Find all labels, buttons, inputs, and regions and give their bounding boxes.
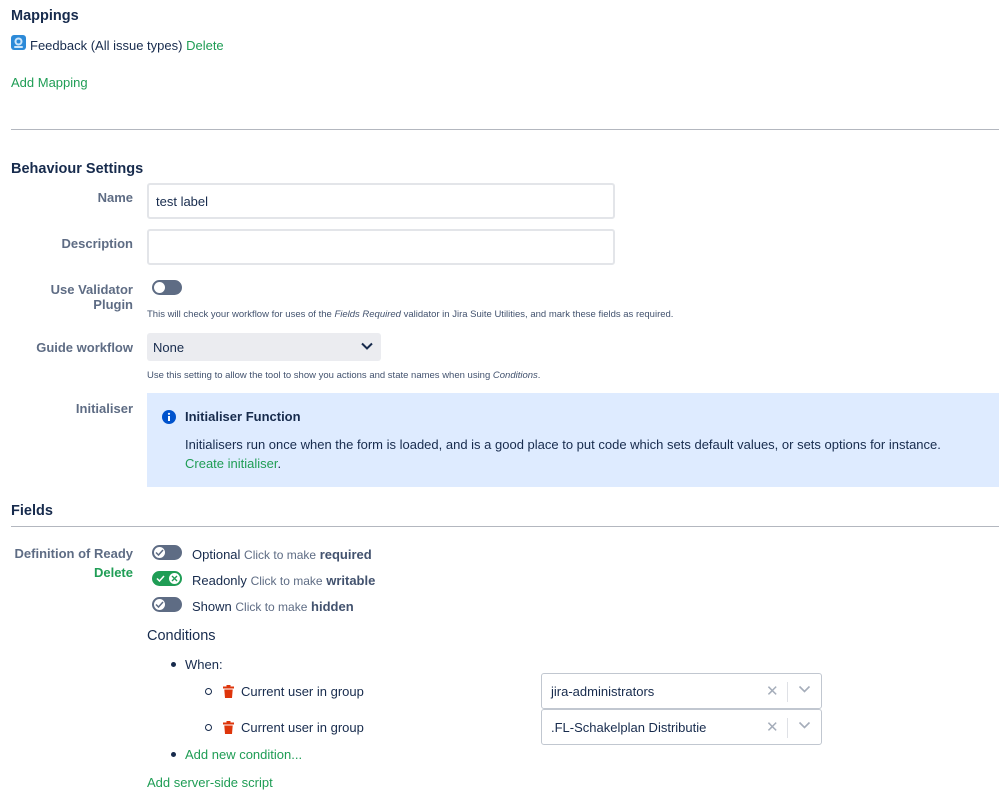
- group-select[interactable]: jira-administrators ✕: [541, 673, 822, 709]
- chevron-down-icon[interactable]: [798, 685, 811, 694]
- mapping-item: Feedback (All issue types) Delete: [30, 38, 224, 53]
- group-select[interactable]: .FL-Schakelplan Distributie ✕: [541, 709, 822, 745]
- list-bullet: [171, 662, 176, 667]
- condition-label: Current user in group: [241, 720, 364, 735]
- initialiser-info-banner: Initialiser Function Initialisers run on…: [147, 393, 999, 487]
- divider: [11, 129, 999, 130]
- info-icon: [162, 410, 176, 424]
- mapping-item-label: Feedback (All issue types): [30, 38, 183, 53]
- check-icon: [155, 601, 164, 608]
- trash-icon[interactable]: [223, 685, 234, 698]
- initialiser-title: Initialiser Function: [185, 409, 301, 424]
- divider: [787, 718, 788, 738]
- fields-heading: Fields: [11, 503, 53, 519]
- optional-toggle[interactable]: [152, 545, 182, 560]
- add-condition-link[interactable]: Add new condition...: [185, 747, 302, 762]
- list-bullet: [171, 752, 176, 757]
- validator-plugin-toggle[interactable]: [152, 280, 182, 295]
- description-input[interactable]: [147, 229, 615, 265]
- guide-workflow-select[interactable]: None: [147, 333, 381, 361]
- name-label: Name: [97, 190, 133, 205]
- field-delete-link[interactable]: Delete: [11, 565, 133, 580]
- field-state: Readonly: [192, 573, 247, 588]
- field-state: Optional: [192, 547, 241, 562]
- divider: [11, 526, 999, 527]
- close-icon: [171, 575, 178, 582]
- validator-plugin-label: Use Validator Plugin: [50, 282, 133, 312]
- initialiser-label: Initialiser: [75, 401, 133, 416]
- check-icon: [156, 575, 165, 582]
- mappings-heading: Mappings: [11, 8, 79, 24]
- field-name-label: Definition of Ready: [14, 546, 133, 561]
- shown-toggle[interactable]: [152, 597, 182, 612]
- field-state: Shown: [192, 599, 232, 614]
- add-server-script-link[interactable]: Add server-side script: [147, 775, 273, 790]
- validator-help-text: This will check your workflow for uses o…: [147, 309, 674, 320]
- clear-icon[interactable]: ✕: [766, 682, 779, 700]
- divider: [787, 682, 788, 702]
- shown-row[interactable]: Shown Click to make hidden: [192, 599, 354, 614]
- behaviour-settings-heading: Behaviour Settings: [11, 161, 144, 177]
- group-select-value: jira-administrators: [551, 684, 655, 699]
- when-label: When:: [185, 657, 223, 672]
- guide-workflow-label: Guide workflow: [36, 340, 133, 355]
- initialiser-link-line: Create initialiser.: [185, 456, 282, 471]
- chevron-down-icon[interactable]: [798, 721, 811, 730]
- group-select-value: .FL-Schakelplan Distributie: [551, 720, 707, 735]
- check-icon: [155, 549, 164, 556]
- list-bullet: [205, 724, 212, 731]
- initialiser-text: Initialisers run once when the form is l…: [185, 437, 941, 452]
- chevron-down-icon: [361, 342, 373, 350]
- name-input[interactable]: test label: [147, 183, 615, 219]
- mapping-delete-link[interactable]: Delete: [186, 38, 224, 53]
- feedback-issue-type-icon: [11, 35, 26, 50]
- clear-icon[interactable]: ✕: [766, 718, 779, 736]
- guide-workflow-value: None: [153, 340, 185, 355]
- list-bullet: [205, 688, 212, 695]
- trash-icon[interactable]: [223, 721, 234, 734]
- readonly-toggle[interactable]: [152, 571, 182, 586]
- description-label: Description: [61, 236, 133, 251]
- add-mapping-link[interactable]: Add Mapping: [11, 75, 88, 90]
- guide-help-text: Use this setting to allow the tool to sh…: [147, 370, 541, 381]
- condition-label: Current user in group: [241, 684, 364, 699]
- toggle-knob: [154, 282, 165, 293]
- create-initialiser-link[interactable]: Create initialiser: [185, 456, 278, 471]
- conditions-heading: Conditions: [147, 628, 216, 644]
- optional-row[interactable]: Optional Click to make required: [192, 547, 372, 562]
- readonly-row[interactable]: Readonly Click to make writable: [192, 573, 375, 588]
